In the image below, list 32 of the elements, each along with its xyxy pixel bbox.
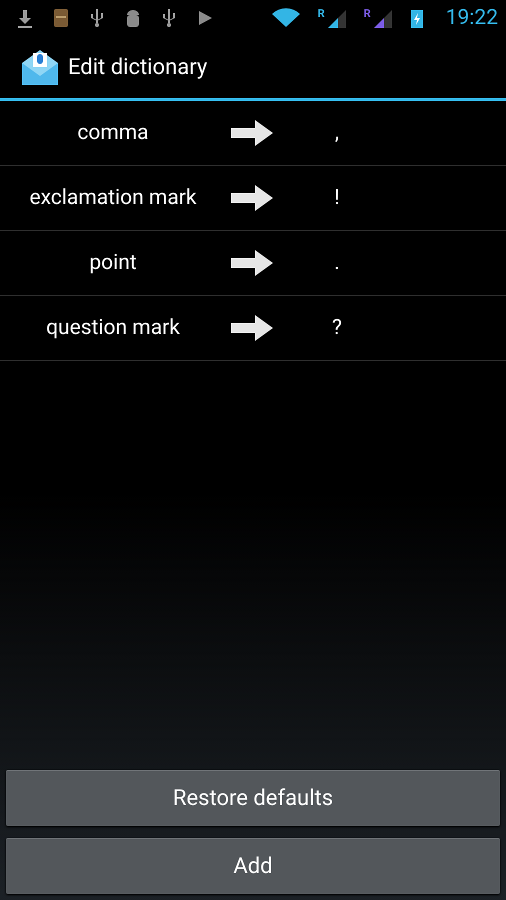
battery-icon <box>410 8 424 28</box>
replacement-text: ! <box>333 186 341 210</box>
usb-icon <box>160 8 178 28</box>
dictionary-row[interactable]: comma , <box>0 101 506 166</box>
download-icon <box>16 8 34 28</box>
clock-time: 19:22 <box>446 6 498 30</box>
phrase-text: point <box>88 250 138 277</box>
dictionary-row[interactable]: exclamation mark ! <box>0 166 506 231</box>
add-button[interactable]: Add <box>6 838 500 894</box>
screen-title: Edit dictionary <box>68 54 208 80</box>
restore-defaults-button[interactable]: Restore defaults <box>6 770 500 826</box>
book-icon <box>52 8 70 28</box>
signal-icon <box>372 8 392 28</box>
right-arrow-icon <box>231 250 273 276</box>
envelope-microphone-icon <box>20 47 60 87</box>
right-arrow-icon <box>231 185 273 211</box>
signal-icon <box>326 8 346 28</box>
phrase-text: comma <box>76 120 150 147</box>
roaming-indicator: R <box>318 8 325 19</box>
phrase-text: exclamation mark <box>28 185 198 212</box>
right-arrow-icon <box>231 315 273 341</box>
usb-icon <box>88 8 106 28</box>
wifi-icon <box>272 8 300 28</box>
replacement-text: ? <box>331 316 343 340</box>
right-arrow-icon <box>231 120 273 146</box>
replacement-text: . <box>333 251 341 275</box>
phrase-text: question mark <box>45 315 181 342</box>
dictionary-row[interactable]: point . <box>0 231 506 296</box>
dictionary-row[interactable]: question mark ? <box>0 296 506 361</box>
roaming-indicator: R <box>364 8 371 19</box>
play-icon <box>196 8 214 28</box>
replacement-text: , <box>334 121 340 145</box>
